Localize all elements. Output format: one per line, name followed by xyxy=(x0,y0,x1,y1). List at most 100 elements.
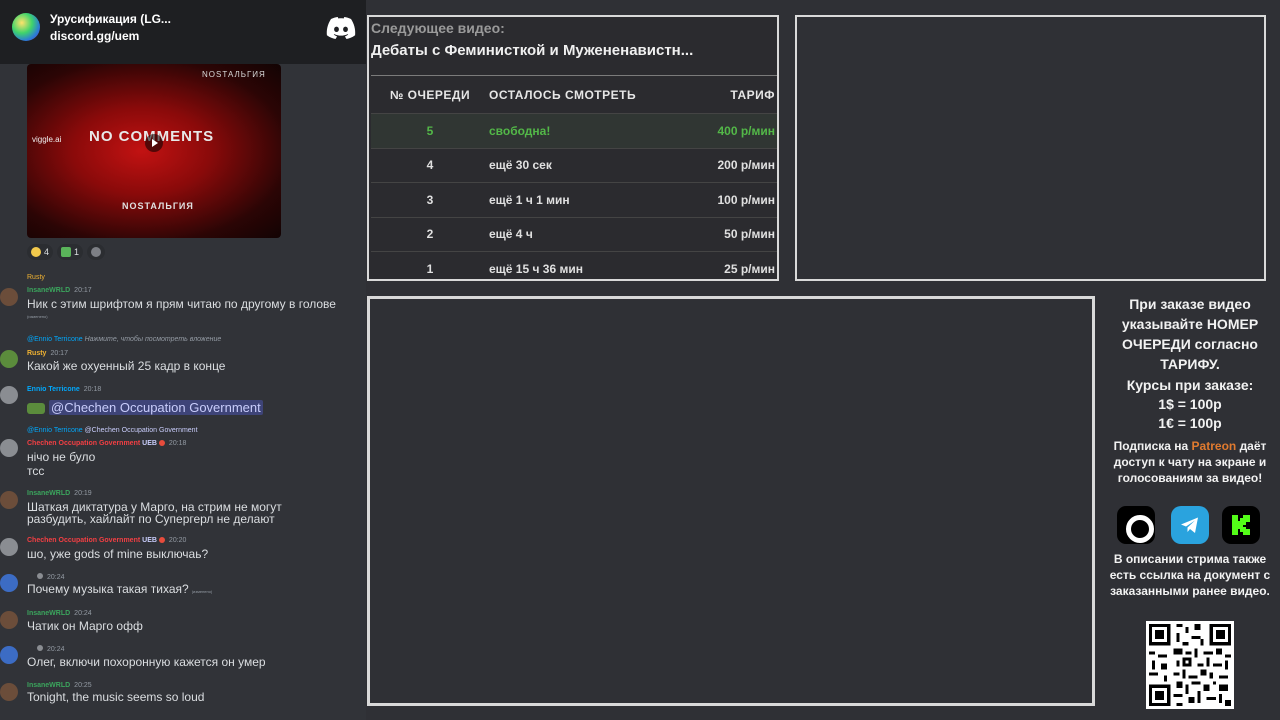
next-video-label: Следующее видео: xyxy=(371,20,505,36)
username[interactable]: Chechen Occupation Government xyxy=(27,440,140,447)
avatar[interactable] xyxy=(0,350,18,368)
avatar[interactable] xyxy=(0,538,18,556)
edited-tag: (изменено) xyxy=(27,314,48,319)
time-remaining: ещё 30 сек xyxy=(489,147,695,183)
telegram-icon[interactable] xyxy=(1171,506,1209,544)
table-row: 2 ещё 4 ч 50 р/мин xyxy=(371,216,777,252)
rates-title: Курсы при заказе: xyxy=(1126,377,1254,393)
table-row: 4 ещё 30 сек 200 р/мин xyxy=(371,147,777,183)
tariff: 100 р/мин xyxy=(694,182,777,217)
message-meta: Chechen Occupation Government UEB 20:18 xyxy=(27,440,186,447)
queue-number: 5 xyxy=(371,113,489,148)
message-text: тсс xyxy=(27,464,45,478)
reply-user: @Ennio Terricone xyxy=(27,336,83,343)
message-meta: InsaneWRLD 20:17 xyxy=(27,287,92,294)
patreon-icon[interactable] xyxy=(1117,506,1155,544)
badge-icon xyxy=(158,537,165,544)
timestamp: 20:17 xyxy=(74,287,92,294)
username[interactable]: Chechen Occupation Government xyxy=(27,537,140,544)
patreon-link[interactable]: Patreon xyxy=(1192,439,1237,453)
custom-emoji-icon xyxy=(61,247,72,257)
reply-preview[interactable]: @Ennio Terricone @Chechen Occupation Gov… xyxy=(27,427,198,434)
rate-usd: 1$ = 100р xyxy=(1158,396,1222,412)
avatar[interactable] xyxy=(0,646,18,664)
avatar[interactable] xyxy=(0,439,18,457)
reply-text: Нажмите, чтобы посмотреть вложение xyxy=(84,336,222,343)
rate-eur: 1€ = 100р xyxy=(1158,415,1222,431)
avatar[interactable] xyxy=(0,491,18,509)
thumb-top-text: NOSТАЛЬГИЯ xyxy=(202,70,266,79)
avatar[interactable] xyxy=(0,683,18,701)
username[interactable]: Rusty xyxy=(27,350,46,357)
message-body: Ник с этим шрифтом я прям читаю по друго… xyxy=(27,297,336,311)
reply-mention: @Chechen Occupation Government xyxy=(84,427,198,434)
reply-preview[interactable]: @Ennio Terricone Нажмите, чтобы посмотре… xyxy=(27,336,221,343)
user-tag: UEB xyxy=(142,440,157,447)
message-meta: InsaneWRLD 20:19 xyxy=(27,490,92,497)
reaction-laugh[interactable]: 4 xyxy=(27,244,54,260)
thumb-bottom-text: NOSТАЛЬГИЯ xyxy=(122,201,194,211)
add-reaction-button[interactable] xyxy=(87,244,106,260)
queue-table: № ОЧЕРЕДИ ОСТАЛОСЬ СМОТРЕТЬ ТАРИФ 5 своб… xyxy=(371,75,777,286)
timestamp: 20:18 xyxy=(83,386,102,393)
username[interactable]: Ennio Terricone xyxy=(27,386,80,393)
avatar[interactable] xyxy=(0,386,18,404)
description-note: В описании стрима также есть ссылка на д… xyxy=(1109,552,1271,598)
message-text: разбудить, хайлайт по Супергерл не делаю… xyxy=(27,512,275,526)
timestamp: 20:24 xyxy=(47,574,65,581)
table-header-row: № ОЧЕРЕДИ ОСТАЛОСЬ СМОТРЕТЬ ТАРИФ xyxy=(371,75,777,114)
username[interactable]: InsaneWRLD xyxy=(27,610,70,617)
qr-code-icon[interactable] xyxy=(1146,621,1234,709)
username[interactable]: InsaneWRLD xyxy=(27,682,70,689)
reaction-count: 4 xyxy=(44,247,50,257)
column-header-remaining: ОСТАЛОСЬ СМОТРЕТЬ xyxy=(489,75,695,114)
info-panel: При заказе видео указывайте НОМЕР ОЧЕРЕД… xyxy=(1100,293,1280,720)
user-tag: UEB xyxy=(142,537,157,544)
server-invite[interactable]: discord.gg/uem xyxy=(50,29,139,43)
thumb-viggle-logo: viggle.ai xyxy=(32,135,62,144)
tariff: 200 р/мин xyxy=(694,147,777,183)
reaction-count: 1 xyxy=(74,247,80,257)
kick-icon[interactable] xyxy=(1222,506,1260,544)
message-meta: 20:24 xyxy=(27,573,65,581)
queue-number: 3 xyxy=(371,182,489,217)
user-icon xyxy=(37,573,43,579)
queue-number: 4 xyxy=(371,147,489,183)
avatar[interactable] xyxy=(0,611,18,629)
message-meta: InsaneWRLD 20:24 xyxy=(27,610,92,617)
patreon-pre: Подписка на xyxy=(1113,439,1192,453)
username[interactable]: InsaneWRLD xyxy=(27,287,70,294)
discord-chat-panel: Урусификация (LG... discord.gg/uem NOSТА… xyxy=(0,0,366,720)
avatar[interactable] xyxy=(0,288,18,306)
table-row: 3 ещё 1 ч 1 мин 100 р/мин xyxy=(371,182,777,217)
message-meta: Chechen Occupation Government UEB 20:20 xyxy=(27,537,186,544)
message-body: Почему музыка такая тихая? xyxy=(27,582,189,596)
user-mention[interactable]: @Chechen Occupation Government xyxy=(49,400,263,415)
avatar[interactable] xyxy=(0,574,18,592)
video-embed[interactable]: NOSТАЛЬГИЯ viggle.ai NO COMMENTS NOSТАЛЬ… xyxy=(27,64,281,238)
tariff: 25 р/мин xyxy=(694,251,777,286)
username[interactable]: InsaneWRLD xyxy=(27,490,70,497)
reactions-bar: 4 1 xyxy=(27,244,106,260)
time-remaining: свободна! xyxy=(489,113,695,148)
timestamp: 20:17 xyxy=(50,350,68,357)
timestamp: 20:24 xyxy=(47,646,65,653)
reply-preview[interactable]: Rusty xyxy=(27,274,45,281)
user-icon xyxy=(37,645,43,651)
message-text: Tonight, the music seems so loud xyxy=(27,690,205,704)
message-meta: Ennio Terricone 20:18 xyxy=(27,386,101,393)
server-header[interactable]: Урусификация (LG... discord.gg/uem xyxy=(0,0,366,64)
message-meta: InsaneWRLD 20:25 xyxy=(27,682,92,689)
discord-icon xyxy=(326,17,356,39)
timestamp: 20:20 xyxy=(168,537,187,544)
queue-number: 1 xyxy=(371,251,489,286)
reaction-custom[interactable]: 1 xyxy=(57,244,84,260)
social-icons xyxy=(1117,506,1277,546)
badge-icon xyxy=(158,440,165,447)
reply-user: Rusty xyxy=(27,274,45,281)
play-icon[interactable] xyxy=(145,134,163,152)
server-name: Урусификация (LG... xyxy=(50,12,171,26)
time-remaining: ещё 1 ч 1 мин xyxy=(489,182,695,217)
table-row: 1 ещё 15 ч 36 мин 25 р/мин xyxy=(371,251,777,286)
stream-overlay: Урусификация (LG... discord.gg/uem NOSТА… xyxy=(0,0,1280,720)
